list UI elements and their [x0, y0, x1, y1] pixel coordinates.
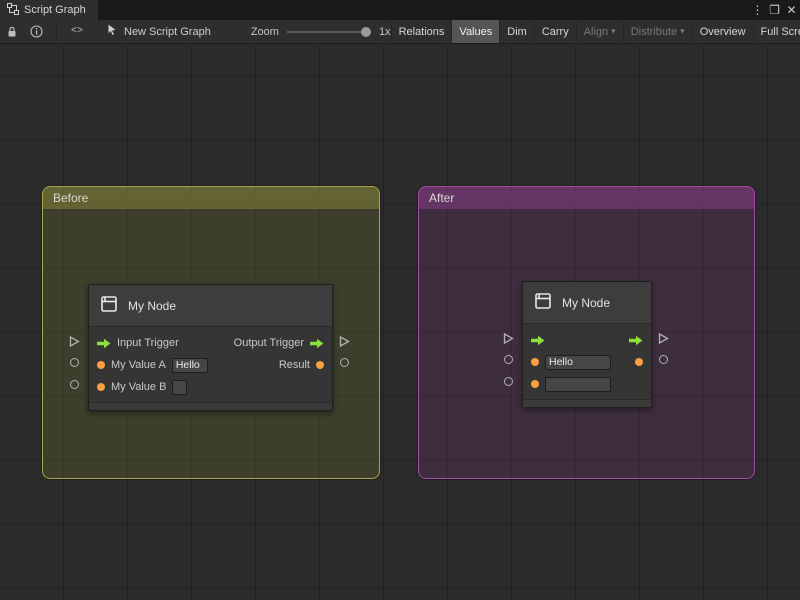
- graph-canvas[interactable]: Before After My Node Input Tr: [0, 45, 800, 600]
- port-row-triggers: Input Trigger Output Trigger: [89, 332, 332, 354]
- node-body: Input Trigger Output Trigger My Value A …: [89, 327, 332, 398]
- toolbar-divider: [56, 25, 57, 39]
- tab-title: Script Graph: [24, 4, 86, 16]
- output-trigger-port-icon[interactable]: [310, 338, 324, 349]
- value-a-field[interactable]: [545, 355, 611, 370]
- node-icon: [99, 294, 119, 317]
- flow-port-outline-icon[interactable]: [69, 336, 80, 350]
- group-after-header[interactable]: After: [419, 187, 754, 209]
- port-row-value-b: My Value B: [89, 376, 332, 398]
- values-button[interactable]: Values: [451, 20, 499, 44]
- toolbar-button-group: Relations Values Dim Carry Align ▾ Distr…: [391, 20, 800, 44]
- value-b-field[interactable]: [545, 377, 611, 392]
- node-footer: [89, 402, 332, 410]
- zoom-control: Zoom 1x: [251, 25, 391, 39]
- window-tab-bar: Script Graph ⋮ ❐ ✕: [0, 0, 800, 20]
- lock-icon[interactable]: [0, 20, 24, 44]
- fullscreen-button[interactable]: Full Screen: [753, 20, 800, 44]
- tabbar-spacer: [98, 0, 749, 20]
- relations-button[interactable]: Relations: [391, 20, 452, 44]
- zoom-slider-knob[interactable]: [361, 27, 371, 37]
- value-a-field[interactable]: [172, 358, 208, 373]
- distribute-dropdown[interactable]: Distribute ▾: [623, 20, 692, 44]
- group-after-title: After: [429, 191, 454, 205]
- carry-button[interactable]: Carry: [534, 20, 576, 44]
- kebab-menu-icon[interactable]: ⋮: [749, 0, 766, 20]
- chevron-down-icon: ▾: [680, 26, 685, 37]
- graph-toolbar: <> New Script Graph Zoom 1x Relations Va…: [0, 20, 800, 44]
- dim-button[interactable]: Dim: [499, 20, 534, 44]
- value-port-outline-icon[interactable]: [504, 377, 513, 386]
- group-before-header[interactable]: Before: [43, 187, 379, 209]
- maximize-icon[interactable]: ❐: [766, 0, 783, 20]
- align-dropdown[interactable]: Align ▾: [576, 20, 623, 44]
- result-port-icon[interactable]: [635, 358, 643, 366]
- value-a-port-icon[interactable]: [531, 358, 539, 366]
- info-icon[interactable]: [24, 20, 48, 44]
- node-title: My Node: [128, 299, 176, 313]
- result-label: Result: [279, 359, 310, 371]
- node-my-node-before[interactable]: My Node Input Trigger Output Trigger My …: [88, 284, 333, 411]
- node-title: My Node: [562, 296, 610, 310]
- input-trigger-label: Input Trigger: [117, 337, 179, 349]
- graph-name-button[interactable]: New Script Graph: [107, 24, 211, 39]
- value-b-label: My Value B: [111, 381, 166, 393]
- value-b-port-icon[interactable]: [97, 383, 105, 391]
- value-b-field[interactable]: [172, 380, 187, 395]
- value-port-outline-icon[interactable]: [504, 355, 513, 364]
- node-my-node-after[interactable]: My Node: [522, 281, 652, 408]
- distribute-label: Distribute: [631, 26, 677, 38]
- tab-script-graph[interactable]: Script Graph: [0, 0, 98, 20]
- port-row-triggers: [523, 329, 651, 351]
- code-preview-icon[interactable]: <>: [65, 20, 89, 44]
- graph-name-label: New Script Graph: [124, 26, 211, 38]
- input-trigger-port-icon[interactable]: [531, 335, 545, 346]
- output-trigger-label: Output Trigger: [234, 337, 304, 349]
- value-port-outline-icon[interactable]: [659, 355, 668, 364]
- value-port-outline-icon[interactable]: [340, 358, 349, 367]
- flow-port-outline-icon[interactable]: [658, 333, 669, 347]
- overview-button[interactable]: Overview: [692, 20, 753, 44]
- result-port-icon[interactable]: [316, 361, 324, 369]
- node-header[interactable]: My Node: [523, 282, 651, 324]
- script-graph-icon: [7, 3, 19, 18]
- port-row-value-a: My Value A Result: [89, 354, 332, 376]
- group-before-title: Before: [53, 191, 88, 205]
- align-label: Align: [584, 26, 608, 38]
- output-trigger-port-icon[interactable]: [629, 335, 643, 346]
- zoom-value: 1x: [379, 26, 391, 38]
- node-body: [523, 324, 651, 395]
- zoom-slider[interactable]: [287, 25, 371, 39]
- pointer-icon: [107, 24, 118, 39]
- zoom-label: Zoom: [251, 26, 279, 38]
- value-a-label: My Value A: [111, 359, 166, 371]
- value-a-port-icon[interactable]: [97, 361, 105, 369]
- node-footer: [523, 399, 651, 407]
- node-header[interactable]: My Node: [89, 285, 332, 327]
- value-port-outline-icon[interactable]: [70, 380, 79, 389]
- flow-port-outline-icon[interactable]: [339, 336, 350, 350]
- flow-port-outline-icon[interactable]: [503, 333, 514, 347]
- zoom-slider-track: [287, 31, 371, 33]
- chevron-down-icon: ▾: [611, 26, 616, 37]
- port-row-value-a: [523, 351, 651, 373]
- node-icon: [533, 291, 553, 314]
- close-icon[interactable]: ✕: [783, 0, 800, 20]
- value-b-port-icon[interactable]: [531, 380, 539, 388]
- input-trigger-port-icon[interactable]: [97, 338, 111, 349]
- value-port-outline-icon[interactable]: [70, 358, 79, 367]
- port-row-value-b: [523, 373, 651, 395]
